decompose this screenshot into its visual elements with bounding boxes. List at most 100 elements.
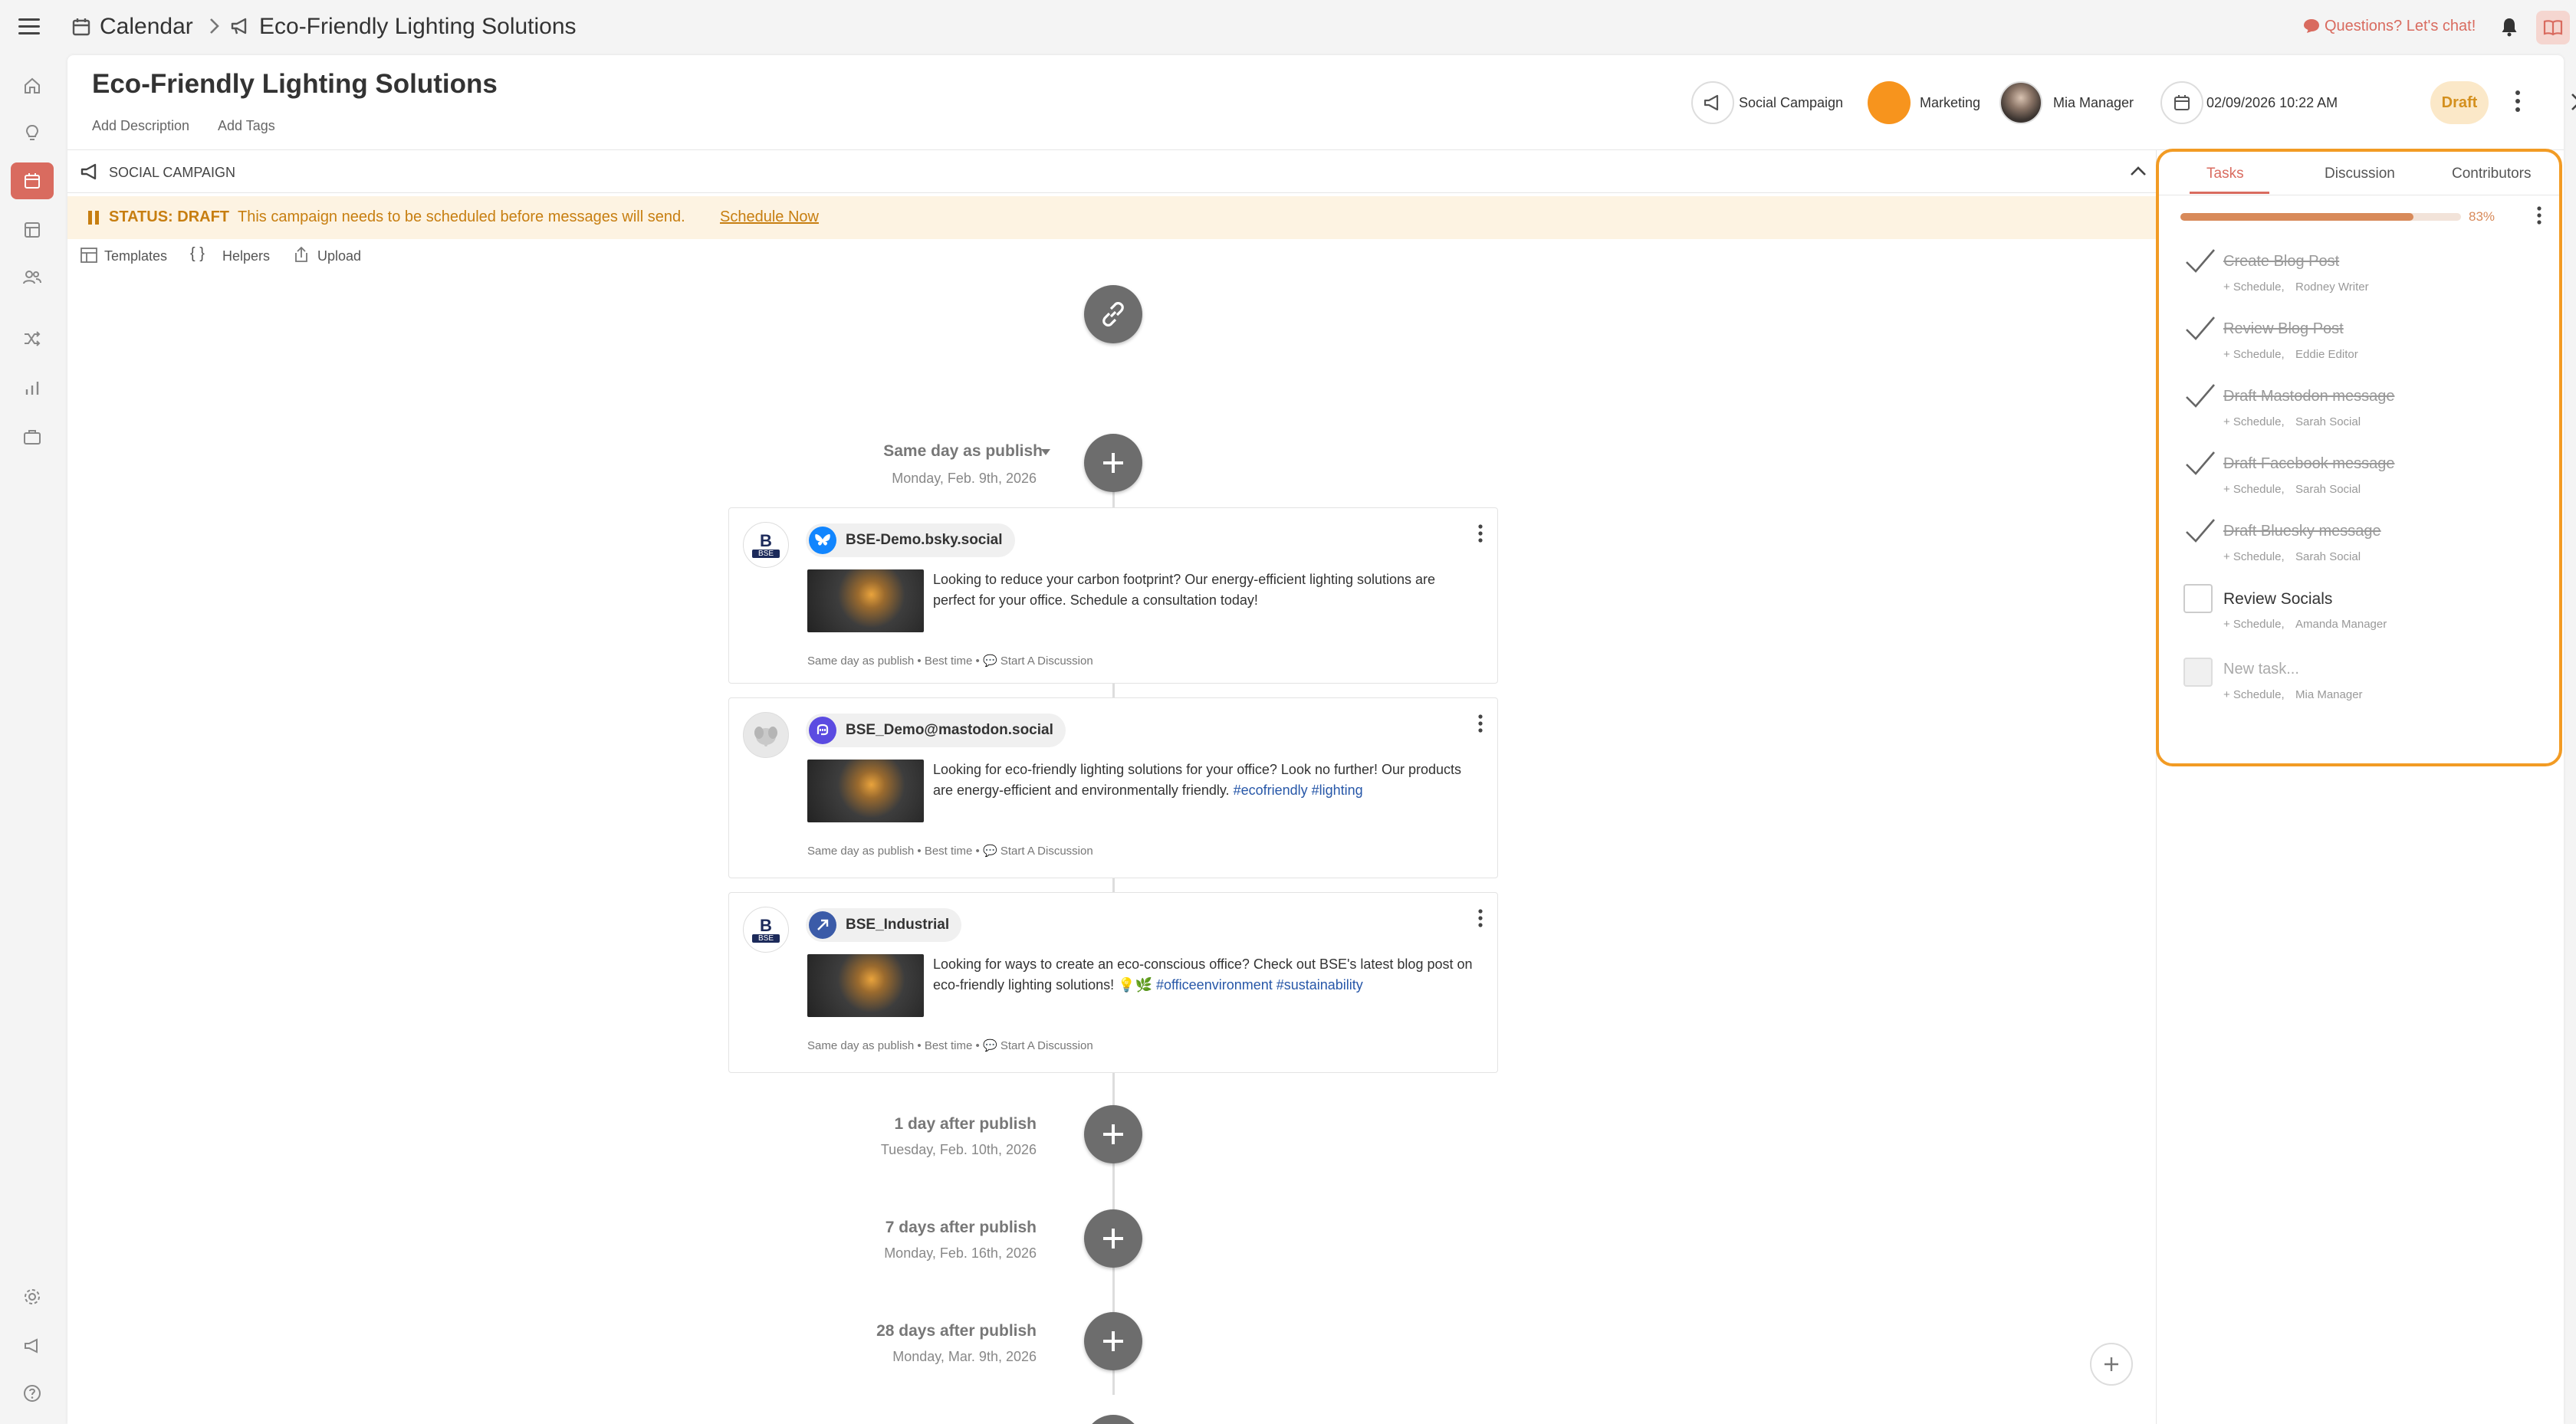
campaign-type-icon[interactable]	[1691, 81, 1734, 124]
task-assignee[interactable]: Eddie Editor	[2295, 348, 2358, 361]
add-message-button[interactable]	[1084, 434, 1142, 492]
users-icon[interactable]	[11, 259, 54, 296]
lightbulb-icon[interactable]	[11, 115, 54, 152]
tab-discussion[interactable]: Discussion	[2325, 166, 2395, 182]
account-chip[interactable]: BSE_Industrial	[806, 908, 962, 942]
braces-icon[interactable]: { }	[190, 245, 205, 263]
task-title[interactable]: Create Blog Post	[2223, 253, 2339, 271]
start-discussion-link[interactable]: Start A Discussion	[1001, 845, 1093, 858]
team-color-dot[interactable]	[1868, 81, 1911, 124]
help-icon[interactable]	[11, 1375, 54, 1412]
lightbulb-image[interactable]	[807, 954, 924, 1017]
campaign-type-label[interactable]: Social Campaign	[1739, 95, 1843, 111]
task-title[interactable]: Review Socials	[2223, 590, 2332, 609]
owner-label[interactable]: Mia Manager	[2053, 95, 2134, 111]
task-schedule-link[interactable]: + Schedule,	[2223, 550, 2285, 563]
new-task-assignee[interactable]: Mia Manager	[2295, 688, 2363, 701]
message-options-icon[interactable]	[1477, 523, 1484, 543]
lightbulb-image[interactable]	[807, 760, 924, 822]
briefcase-icon[interactable]	[11, 418, 54, 455]
message-text[interactable]: Looking for ways to create an eco-consci…	[933, 954, 1477, 996]
checkmark-icon[interactable]	[2183, 515, 2217, 546]
book-icon[interactable]	[2536, 11, 2570, 44]
calendar-date-icon[interactable]	[2160, 81, 2203, 124]
task-title[interactable]: Draft Mastodon message	[2223, 388, 2394, 405]
start-discussion-link[interactable]: Start A Discussion	[1001, 1039, 1093, 1052]
task-schedule-link[interactable]: + Schedule,	[2223, 483, 2285, 496]
shuffle-icon[interactable]	[11, 320, 54, 357]
account-chip[interactable]: BSE-Demo.bsky.social	[806, 523, 1015, 557]
chevron-up-icon[interactable]	[2130, 166, 2147, 176]
task-schedule-link[interactable]: + Schedule,	[2223, 415, 2285, 428]
publish-date-label[interactable]: 02/09/2026 10:22 AM	[2206, 95, 2338, 111]
schedule-group-title[interactable]: 28 days after publish	[761, 1322, 1037, 1340]
more-options-icon[interactable]	[2513, 89, 2522, 113]
announcement-icon[interactable]	[11, 1327, 54, 1364]
task-assignee[interactable]: Amanda Manager	[2295, 618, 2387, 631]
new-task-input[interactable]: New task...	[2223, 661, 2299, 678]
task-schedule-link[interactable]: + Schedule,	[2223, 618, 2285, 631]
tab-tasks[interactable]: Tasks	[2206, 166, 2244, 182]
upload-icon[interactable]	[293, 245, 310, 264]
templates-button[interactable]: Templates	[104, 248, 167, 264]
gear-icon[interactable]	[11, 1278, 54, 1315]
bar-chart-icon[interactable]	[11, 369, 54, 406]
close-icon[interactable]	[2570, 92, 2576, 112]
page-title[interactable]: Eco-Friendly Lighting Solutions	[92, 69, 498, 100]
layout-icon[interactable]	[11, 212, 54, 248]
message-hashtags[interactable]: #officeenvironment #sustainability	[1156, 977, 1363, 993]
checkmark-icon[interactable]	[2183, 245, 2217, 276]
task-assignee[interactable]: Rodney Writer	[2295, 281, 2369, 294]
message-card[interactable]: BSE_Demo@mastodon.social Looking for eco…	[728, 697, 1498, 878]
floating-add-button[interactable]	[2090, 1343, 2133, 1386]
task-title[interactable]: Review Blog Post	[2223, 320, 2344, 338]
add-message-button[interactable]	[1084, 1105, 1142, 1163]
task-title[interactable]: Draft Facebook message	[2223, 455, 2394, 473]
checkmark-icon[interactable]	[2183, 448, 2217, 478]
task-schedule-link[interactable]: + Schedule,	[2223, 281, 2285, 294]
chat-link[interactable]: Questions? Let's chat!	[2325, 18, 2476, 35]
task-assignee[interactable]: Sarah Social	[2295, 483, 2361, 496]
add-tags-link[interactable]: Add Tags	[218, 118, 275, 134]
calendar-nav-icon[interactable]	[11, 162, 54, 199]
helpers-button[interactable]: Helpers	[222, 248, 270, 264]
team-label[interactable]: Marketing	[1920, 95, 1980, 111]
checkmark-icon[interactable]	[2183, 313, 2217, 343]
hamburger-menu-icon[interactable]	[18, 17, 41, 37]
templates-icon[interactable]	[80, 247, 98, 264]
home-icon[interactable]	[11, 67, 54, 104]
task-assignee[interactable]: Sarah Social	[2295, 550, 2361, 563]
avatar[interactable]	[1999, 81, 2042, 124]
upload-button[interactable]: Upload	[317, 248, 361, 264]
status-badge[interactable]: Draft	[2430, 81, 2489, 124]
message-hashtags[interactable]: #ecofriendly #lighting	[1234, 783, 1363, 798]
tab-contributors[interactable]: Contributors	[2452, 166, 2532, 182]
schedule-group-title[interactable]: Same day as publish	[767, 442, 1043, 461]
message-text[interactable]: Looking to reduce your carbon footprint?…	[933, 569, 1477, 611]
schedule-now-link[interactable]: Schedule Now	[720, 208, 819, 226]
add-description-link[interactable]: Add Description	[92, 118, 189, 134]
link-icon[interactable]	[1084, 285, 1142, 343]
bell-icon[interactable]	[2501, 17, 2518, 37]
caret-down-icon[interactable]	[1041, 449, 1050, 455]
start-discussion-link[interactable]: Start A Discussion	[1001, 655, 1093, 668]
checkmark-icon[interactable]	[2183, 380, 2217, 411]
tasks-options-icon[interactable]	[2536, 205, 2542, 225]
message-card[interactable]: B BSE BSE_Industrial Looking for ways to…	[728, 892, 1498, 1073]
task-schedule-link[interactable]: + Schedule,	[2223, 348, 2285, 361]
account-chip[interactable]: BSE_Demo@mastodon.social	[806, 714, 1066, 747]
schedule-group-title[interactable]: 1 day after publish	[761, 1115, 1037, 1134]
new-task-schedule-link[interactable]: + Schedule,	[2223, 688, 2285, 701]
message-options-icon[interactable]	[1477, 908, 1484, 928]
message-text[interactable]: Looking for eco-friendly lighting soluti…	[933, 760, 1477, 801]
lightbulb-image[interactable]	[807, 569, 924, 632]
task-assignee[interactable]: Sarah Social	[2295, 415, 2361, 428]
add-message-button[interactable]	[1084, 1312, 1142, 1370]
task-checkbox[interactable]	[2183, 582, 2217, 613]
message-card[interactable]: B BSE BSE-Demo.bsky.social Looking to re…	[728, 507, 1498, 684]
task-title[interactable]: Draft Bluesky message	[2223, 523, 2381, 540]
schedule-group-title[interactable]: 7 days after publish	[761, 1219, 1037, 1237]
add-message-button[interactable]	[1084, 1209, 1142, 1268]
breadcrumb-calendar-link[interactable]: Calendar	[100, 14, 193, 40]
message-options-icon[interactable]	[1477, 714, 1484, 733]
